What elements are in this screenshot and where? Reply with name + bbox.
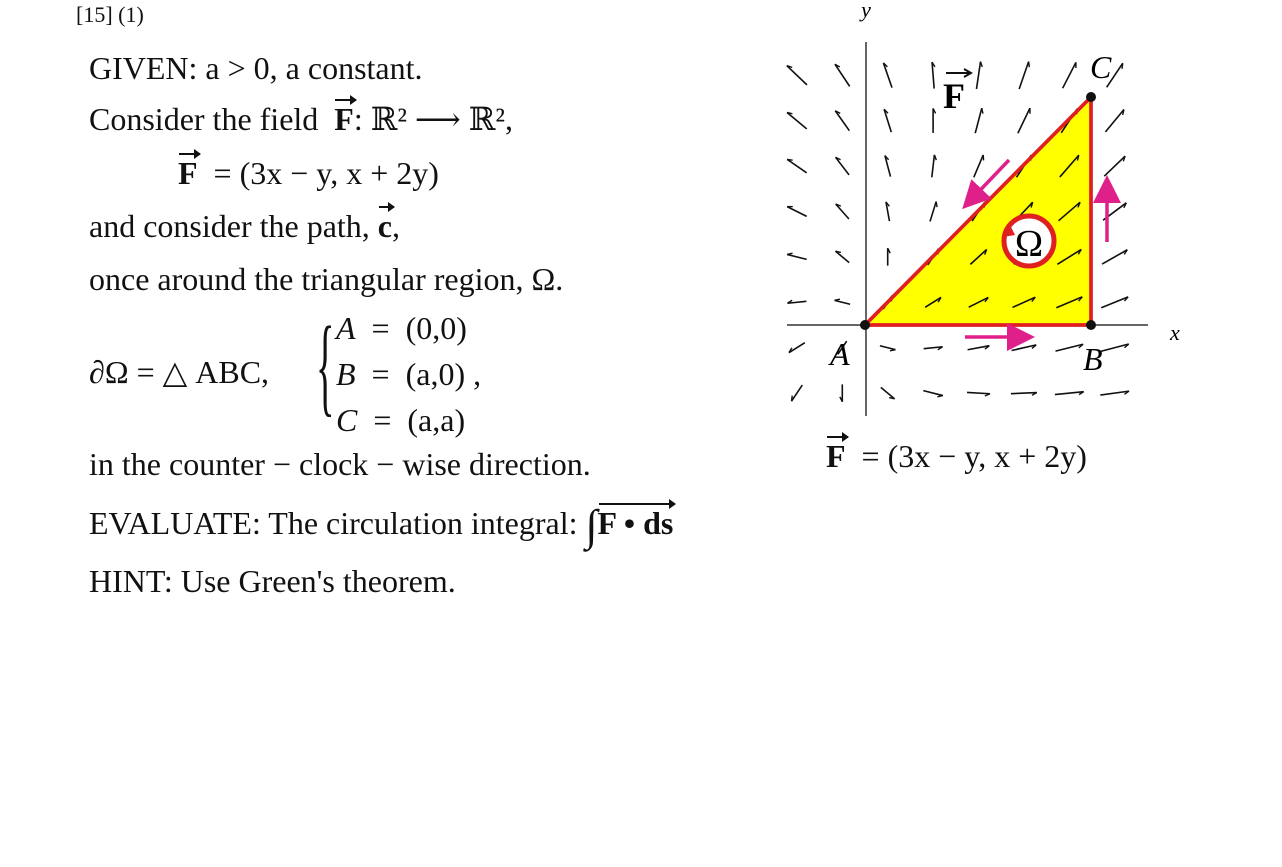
field-arrow-head: [786, 252, 793, 256]
field-arrow: [1104, 109, 1125, 133]
field-arrow: [966, 391, 991, 395]
x-axis-label: x: [1169, 320, 1180, 345]
field-arrow-head: [790, 395, 793, 402]
field-arrow-head: [834, 298, 841, 302]
field-arrow: [1103, 155, 1126, 177]
field-arrow-head: [787, 158, 793, 161]
field-arrow: [880, 386, 896, 400]
field-arrow: [834, 110, 850, 132]
field-arrow: [1010, 391, 1037, 395]
field-arrow: [834, 250, 850, 264]
field-arrow: [882, 62, 893, 88]
field-arrow-head: [889, 348, 896, 352]
field-arrow: [929, 201, 937, 222]
field-arrow: [835, 203, 850, 220]
field-arrow: [1100, 296, 1129, 309]
vertex-a-label: A: [828, 336, 850, 372]
field-arrow: [834, 63, 851, 87]
field-arrow: [834, 299, 851, 306]
field-arrow: [975, 61, 982, 90]
field-arrow-head: [933, 154, 937, 161]
field-arrow: [1101, 249, 1128, 265]
field-arrow: [834, 156, 850, 176]
field-arrow: [790, 384, 803, 402]
vertex-c-label: C: [1090, 49, 1112, 85]
field-arrow-head: [1027, 61, 1031, 68]
vertex-b-dot: [1086, 320, 1096, 330]
field-arrow: [786, 253, 807, 261]
figure-caption: F = (3x − y, x + 2y): [826, 432, 1087, 474]
field-arrow: [786, 111, 808, 130]
field-arrow: [1100, 343, 1129, 353]
field-arrow: [1018, 61, 1030, 90]
field-arrow-head: [979, 61, 983, 68]
vertex-a-dot: [860, 320, 870, 330]
vertex-c-dot: [1086, 92, 1096, 102]
region-label: Ω: [1015, 223, 1043, 265]
field-arrow: [879, 344, 896, 351]
vertex-b-label: B: [1083, 341, 1103, 377]
field-arrow: [786, 205, 808, 218]
field-arrow-head: [935, 201, 938, 208]
caption-text: = (3x − y, x + 2y): [861, 438, 1087, 474]
field-arrow-head: [981, 108, 984, 114]
field-arrow: [786, 65, 808, 86]
field-arrow-head: [1121, 63, 1124, 69]
field-arrow: [973, 154, 984, 178]
field-label: F: [943, 76, 965, 116]
field-arrow: [1061, 62, 1077, 89]
field-diagram: Ω y x A B C F: [786, 0, 1180, 416]
field-arrow: [974, 107, 983, 134]
field-arrow: [1017, 107, 1031, 134]
field-arrow: [930, 154, 936, 178]
field-arrow-head: [937, 394, 944, 398]
vector-f: F: [826, 432, 849, 474]
field-arrow: [923, 389, 944, 397]
field-arrow: [786, 158, 808, 174]
y-axis-label: y: [859, 0, 871, 22]
